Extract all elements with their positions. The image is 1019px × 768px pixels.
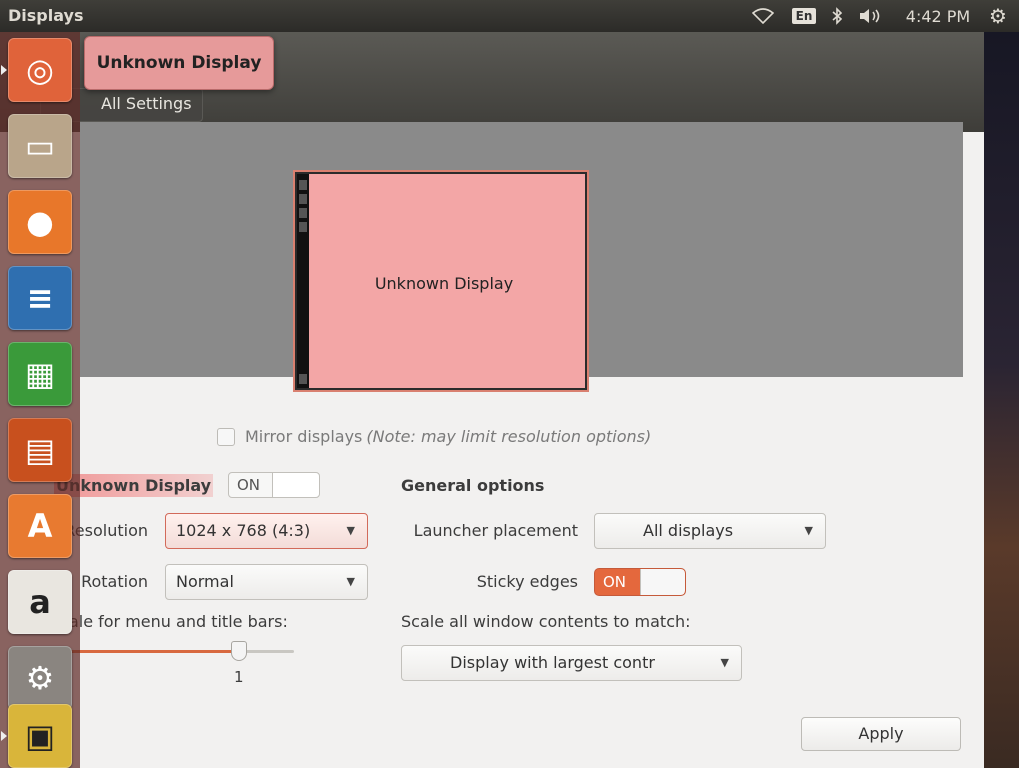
launcher-placement-dropdown[interactable]: All displays ▼ xyxy=(594,513,826,549)
switch-knob xyxy=(640,569,685,595)
display-on-switch[interactable]: ON xyxy=(228,472,320,498)
amazon-icon[interactable]: a xyxy=(8,570,72,634)
rotation-value: Normal xyxy=(176,572,234,591)
mirror-displays-checkbox[interactable] xyxy=(217,427,235,446)
chevron-down-icon: ▼ xyxy=(346,524,355,537)
bluetooth-icon[interactable] xyxy=(828,0,846,32)
clock[interactable]: 4:42 PM xyxy=(900,0,976,32)
keyboard-layout-indicator[interactable]: En xyxy=(790,0,818,32)
top-panel: Displays En 4:42 PM ⚙ xyxy=(0,0,1019,32)
window-title: Displays xyxy=(8,6,84,25)
system-settings-icon[interactable]: ⚙ xyxy=(8,646,72,710)
display-switch-label: ON xyxy=(237,476,261,494)
writer-icon[interactable]: ≡ xyxy=(8,266,72,330)
mini-launcher-icon xyxy=(299,374,307,384)
mirror-displays-label: Mirror displays xyxy=(245,427,363,446)
volume-icon[interactable] xyxy=(856,0,886,32)
scale-slider-fill xyxy=(66,650,240,653)
scale-slider-handle[interactable] xyxy=(231,641,248,661)
scale-slider-value: 1 xyxy=(234,668,244,686)
apply-button[interactable]: Apply xyxy=(801,717,961,751)
general-options-heading: General options xyxy=(401,476,545,495)
monitor-preview[interactable]: Unknown Display xyxy=(295,172,587,390)
chevron-down-icon: ▼ xyxy=(346,575,355,588)
launcher-placement-label: Launcher placement xyxy=(413,521,578,540)
mini-launcher-icon xyxy=(299,194,307,204)
scale-all-value: Display with largest contr xyxy=(450,653,655,672)
mini-launcher-icon xyxy=(299,180,307,190)
keyboard-layout-label: En xyxy=(791,8,817,24)
mirror-displays-row[interactable]: Mirror displays (Note: may limit resolut… xyxy=(217,427,651,446)
switch-knob xyxy=(272,473,319,497)
scale-all-label: Scale all window contents to match: xyxy=(401,612,691,631)
mirror-displays-note: (Note: may limit resolution options) xyxy=(366,427,652,446)
sticky-edges-state: ON xyxy=(603,573,627,591)
sticky-edges-label: Sticky edges xyxy=(476,572,578,591)
mini-launcher-icon xyxy=(299,208,307,218)
wifi-icon[interactable] xyxy=(750,0,776,32)
firefox-icon[interactable]: ● xyxy=(8,190,72,254)
impress-icon[interactable]: ▤ xyxy=(8,418,72,482)
calc-icon[interactable]: ▦ xyxy=(8,342,72,406)
chevron-down-icon: ▼ xyxy=(804,524,813,537)
displays-app-icon[interactable]: ▣ xyxy=(8,704,72,768)
mini-launcher-icon xyxy=(299,222,307,232)
scale-all-dropdown[interactable]: Display with largest contr ▼ xyxy=(401,645,742,681)
ubuntu-dash-icon[interactable]: ◎ xyxy=(8,38,72,102)
resolution-value: 1024 x 768 (4:3) xyxy=(176,521,311,540)
rotation-dropdown[interactable]: Normal ▼ xyxy=(165,564,368,600)
files-icon[interactable]: ▭ xyxy=(8,114,72,178)
launcher-placement-value: All displays xyxy=(643,521,734,540)
running-indicator xyxy=(1,731,7,741)
scale-menu-label: Scale for menu and title bars: xyxy=(50,612,288,631)
monitor-label: Unknown Display xyxy=(374,274,514,293)
chevron-down-icon: ▼ xyxy=(720,656,729,669)
running-indicator xyxy=(1,65,7,75)
software-center-icon[interactable]: A xyxy=(8,494,72,558)
sticky-edges-switch[interactable]: ON xyxy=(594,568,686,596)
resolution-dropdown[interactable]: 1024 x 768 (4:3) ▼ xyxy=(165,513,368,549)
power-gear-icon[interactable]: ⚙ xyxy=(984,0,1012,32)
launcher-tooltip: Unknown Display xyxy=(84,36,274,90)
